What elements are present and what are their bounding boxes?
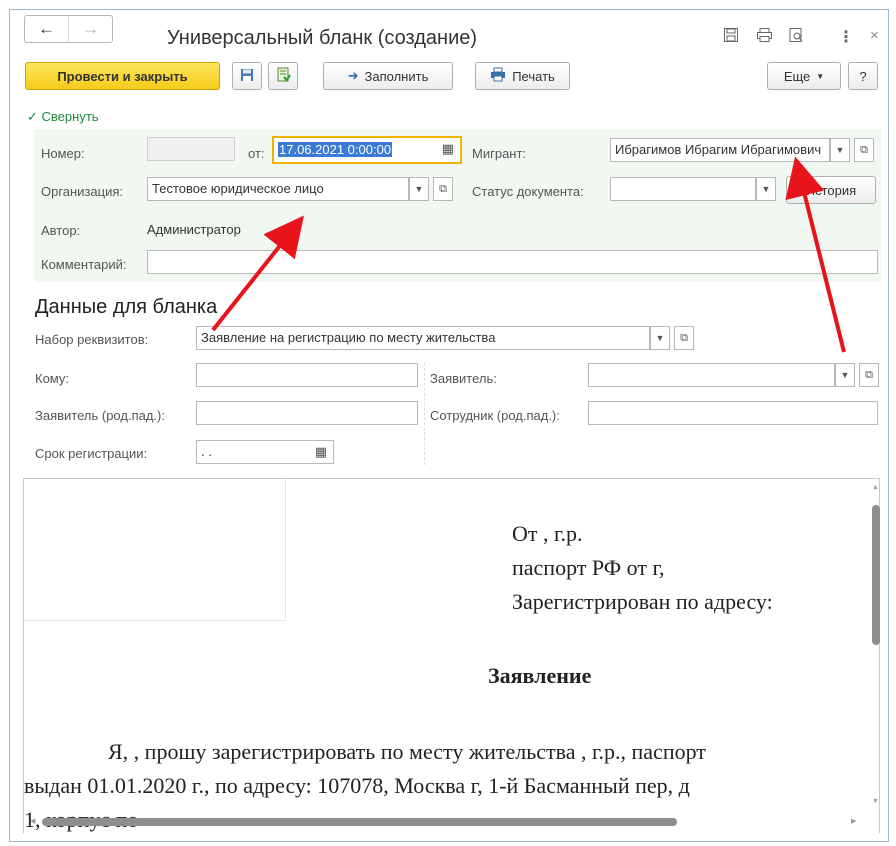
red-arrow-org [211,215,304,332]
red-arrow-migrant [785,156,846,353]
annotation-arrows [211,156,846,353]
